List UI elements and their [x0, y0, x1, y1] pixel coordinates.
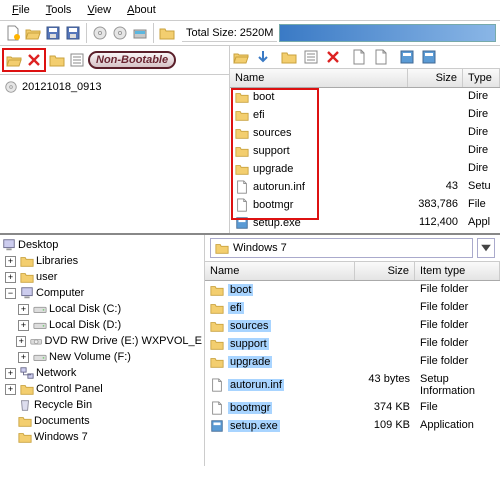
folder-icon	[210, 319, 224, 333]
app-icon	[235, 216, 249, 230]
new-icon[interactable]	[4, 24, 22, 42]
node-control[interactable]: +Control Panel	[2, 381, 202, 397]
tool1-icon[interactable]	[398, 48, 416, 66]
size-bar	[279, 24, 496, 42]
menu-about[interactable]: About	[119, 2, 164, 18]
open-icon[interactable]	[24, 24, 42, 42]
top-list-header: Name Size Type	[230, 69, 500, 88]
disc-label: 20121018_0913	[22, 81, 102, 93]
disc-root[interactable]: 20121018_0913	[4, 79, 225, 95]
table-row[interactable]: upgradeFile folder	[205, 353, 500, 371]
col-size[interactable]: Size	[355, 262, 415, 280]
disc-icon[interactable]	[91, 24, 109, 42]
table-row[interactable]: supportDire	[230, 142, 500, 160]
file-icon	[235, 180, 249, 194]
node-network[interactable]: +Network	[2, 365, 202, 381]
newfolder-icon[interactable]	[280, 48, 298, 66]
table-row[interactable]: sourcesDire	[230, 124, 500, 142]
file-icon	[210, 401, 224, 415]
col-name[interactable]: Name	[230, 69, 408, 87]
disc2-icon[interactable]	[111, 24, 129, 42]
fs-tree: Desktop +Libraries +user −Computer +Loca…	[0, 235, 205, 466]
table-row[interactable]: autorun.inf43 bytesSetup Information	[205, 371, 500, 399]
new-folder-icon[interactable]	[48, 51, 66, 69]
tool2-icon[interactable]	[420, 48, 438, 66]
add-folder-icon[interactable]	[5, 51, 23, 69]
folder-icon	[210, 337, 224, 351]
col-type[interactable]: Item type	[415, 262, 500, 280]
file-icon	[235, 198, 249, 212]
folder-icon	[235, 126, 249, 140]
props-icon[interactable]	[68, 51, 86, 69]
media-icon[interactable]	[131, 24, 149, 42]
node-win7[interactable]: Windows 7	[2, 429, 202, 445]
node-c[interactable]: +Local Disk (C:)	[2, 301, 202, 317]
explorer-pane: Windows 7 Name Size Item type bootFile f…	[205, 235, 500, 466]
col-size[interactable]: Size	[408, 69, 463, 87]
path-text: Windows 7	[233, 242, 287, 254]
path-bar: Windows 7	[205, 235, 500, 262]
table-row[interactable]: sourcesFile folder	[205, 317, 500, 335]
text-icon[interactable]	[372, 48, 390, 66]
folder-icon	[210, 355, 224, 369]
extract-icon[interactable]	[232, 48, 250, 66]
node-d[interactable]: +Local Disk (D:)	[2, 317, 202, 333]
app-icon	[210, 419, 224, 433]
menu-file[interactable]: File	[4, 2, 38, 18]
col-type[interactable]: Type	[463, 69, 500, 87]
table-row[interactable]: setup.exe112,400Appl	[230, 214, 500, 232]
table-row[interactable]: bootFile folder	[205, 281, 500, 299]
rename-icon[interactable]	[302, 48, 320, 66]
table-row[interactable]: supportFile folder	[205, 335, 500, 353]
main-toolbar: Total Size: 2520M	[0, 21, 500, 46]
hex-icon[interactable]	[350, 48, 368, 66]
menu-view[interactable]: View	[79, 2, 119, 18]
folder-icon	[235, 162, 249, 176]
node-docs[interactable]: Documents	[2, 413, 202, 429]
remove-files-icon[interactable]	[25, 51, 43, 69]
add-icon[interactable]	[254, 48, 272, 66]
save-icon[interactable]	[44, 24, 62, 42]
total-size-label: Total Size: 2520M	[182, 25, 277, 42]
menu-tools[interactable]: Tools	[38, 2, 80, 18]
image-toolbar: Non-Bootable	[0, 46, 229, 75]
node-desktop[interactable]: Desktop	[2, 237, 202, 253]
col-name[interactable]: Name	[205, 262, 355, 280]
table-row[interactable]: bootmgr383,786File	[230, 196, 500, 214]
file-toolbar	[230, 46, 500, 69]
table-row[interactable]: setup.exe109 KBApplication	[205, 417, 500, 435]
image-file-list: Name Size Type bootDireefiDiresourcesDir…	[230, 46, 500, 233]
node-dvd[interactable]: +DVD RW Drive (E:) WXPVOL_E	[2, 333, 202, 349]
menubar: File Tools View About	[0, 0, 500, 21]
node-computer[interactable]: −Computer	[2, 285, 202, 301]
path-dropdown-icon[interactable]	[477, 238, 495, 258]
node-recycle[interactable]: Recycle Bin	[2, 397, 202, 413]
delete-icon[interactable]	[324, 48, 342, 66]
node-libraries[interactable]: +Libraries	[2, 253, 202, 269]
saveas-icon[interactable]	[64, 24, 82, 42]
highlighted-buttons	[2, 48, 46, 72]
table-row[interactable]: bootDire	[230, 88, 500, 106]
image-tree-pane: Non-Bootable 20121018_0913	[0, 46, 230, 233]
bootable-badge[interactable]: Non-Bootable	[88, 51, 176, 69]
folder-icon	[235, 144, 249, 158]
node-user[interactable]: +user	[2, 269, 202, 285]
table-row[interactable]: autorun.inf43Setu	[230, 178, 500, 196]
table-row[interactable]: upgradeDire	[230, 160, 500, 178]
bot-list-header: Name Size Item type	[205, 262, 500, 281]
table-row[interactable]: efiDire	[230, 106, 500, 124]
table-row[interactable]: efiFile folder	[205, 299, 500, 317]
folder-icon	[210, 283, 224, 297]
folder-icon	[210, 301, 224, 315]
node-f[interactable]: +New Volume (F:)	[2, 349, 202, 365]
compress-icon[interactable]	[158, 24, 176, 42]
path-field[interactable]: Windows 7	[210, 238, 473, 258]
folder-icon	[235, 90, 249, 104]
table-row[interactable]: bootmgr374 KBFile	[205, 399, 500, 417]
folder-icon	[235, 108, 249, 122]
file-icon	[210, 378, 224, 392]
